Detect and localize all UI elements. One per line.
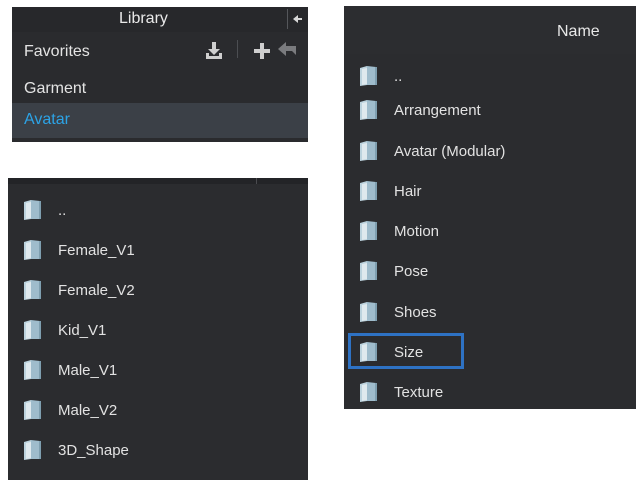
folder-icon [23, 399, 43, 421]
folder-icon [23, 239, 43, 261]
list-item[interactable]: Male_V2 [8, 392, 308, 428]
collapse-arrow-icon [293, 15, 302, 23]
back-arrow-icon [278, 42, 296, 56]
folder-icon [23, 439, 43, 461]
folder-name: Shoes [394, 304, 437, 321]
collapse-panel-button[interactable] [287, 9, 306, 29]
list-item[interactable]: Female_V2 [8, 272, 308, 308]
list-item[interactable]: Shoes [344, 294, 636, 330]
list-item[interactable]: Motion [344, 213, 636, 249]
folder-icon [359, 99, 379, 121]
highlight-box [348, 333, 464, 369]
library-item-label: Avatar [24, 111, 70, 128]
list-item[interactable]: Avatar (Modular) [344, 133, 636, 169]
folder-icon [359, 65, 379, 87]
list-item[interactable]: .. [344, 58, 636, 94]
folder-icon [359, 140, 379, 162]
column-divider [256, 178, 257, 184]
folder-icon [359, 381, 379, 403]
list-item[interactable]: .. [8, 192, 308, 228]
library-panel: Library Favorites Garment Avatar [12, 7, 308, 142]
library-item-avatar[interactable]: Avatar [12, 103, 308, 138]
folder-name: Kid_V1 [58, 322, 107, 339]
library-item-garment[interactable]: Garment [12, 72, 308, 106]
toolbar-divider [237, 40, 238, 58]
library-item-label: Favorites [24, 43, 90, 60]
download-icon [206, 42, 222, 59]
folder-name: Female_V1 [58, 242, 135, 259]
folder-name: Motion [394, 223, 440, 240]
folder-icon [359, 260, 379, 282]
list-item[interactable]: Male_V1 [8, 352, 308, 388]
library-item-label: Garment [24, 80, 87, 97]
list-item[interactable]: Arrangement [344, 92, 636, 128]
list-top-bar [8, 178, 308, 184]
list-item[interactable]: Female_V1 [8, 232, 308, 268]
folder-icon [359, 220, 379, 242]
folder-name: Avatar (Modular) [394, 143, 506, 160]
column-header-label: Name [557, 23, 600, 40]
folder-name: .. [58, 202, 67, 219]
folder-name: .. [394, 68, 403, 85]
library-title: Library [119, 10, 168, 27]
folder-name: Hair [394, 183, 422, 200]
add-button[interactable] [251, 40, 273, 62]
folder-name: Arrangement [394, 102, 481, 119]
library-header: Library [12, 7, 308, 32]
list-item[interactable]: Hair [344, 173, 636, 209]
folder-name: Male_V1 [58, 362, 118, 379]
avatar-folder-list: .. Female_V1 Female_V2 Kid_V1 Male_V1 Ma… [8, 178, 308, 480]
folder-icon [359, 180, 379, 202]
folder-name: Texture [394, 384, 444, 401]
folder-icon [359, 301, 379, 323]
list-item[interactable]: 3D_Shape [8, 432, 308, 468]
back-button[interactable] [276, 40, 298, 62]
folder-name: Pose [394, 263, 429, 280]
plus-icon [254, 43, 270, 59]
folder-name: Male_V2 [58, 402, 118, 419]
folder-icon [23, 279, 43, 301]
folder-icon [23, 359, 43, 381]
folder-icon [23, 199, 43, 221]
folder-name: Female_V2 [58, 282, 135, 299]
name-column-header[interactable]: Name [344, 6, 636, 54]
folder-name: 3D_Shape [58, 442, 129, 459]
download-button[interactable] [203, 40, 225, 62]
folder-icon [23, 319, 43, 341]
list-item[interactable]: Pose [344, 253, 636, 289]
list-item[interactable]: Texture [344, 374, 636, 409]
list-item[interactable]: Kid_V1 [8, 312, 308, 348]
